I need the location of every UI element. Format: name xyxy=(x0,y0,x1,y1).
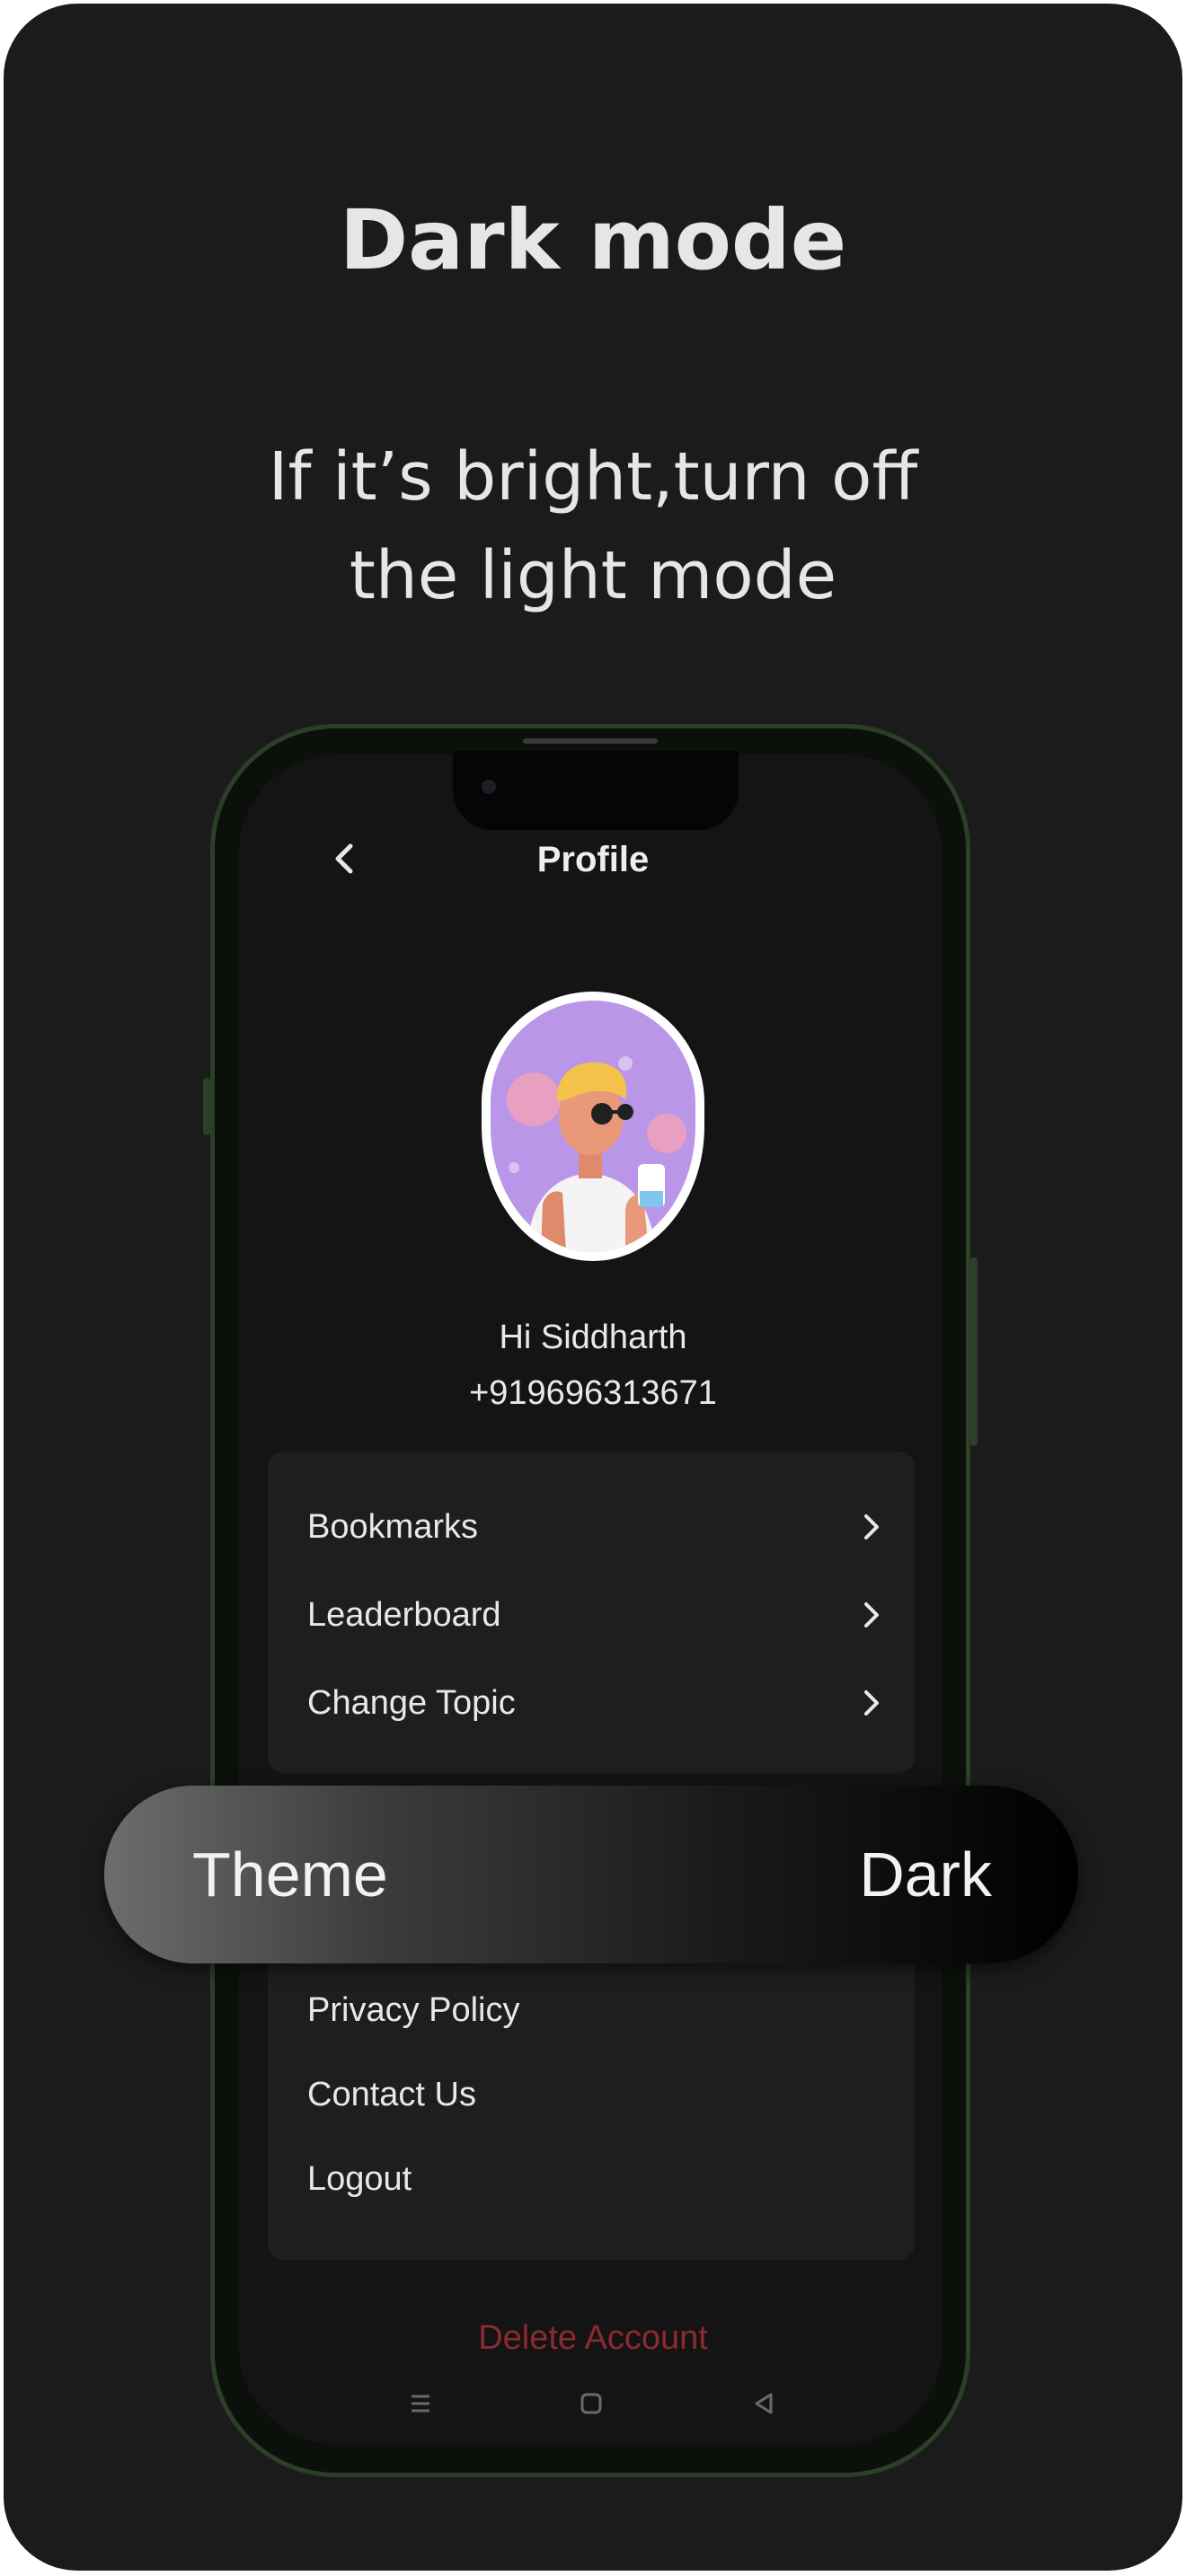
subheadline-line-1: If it’s bright,turn off xyxy=(268,438,918,516)
phone-side-button-right xyxy=(970,1257,978,1446)
menu-item-logout[interactable]: Logout xyxy=(305,2152,890,2206)
phone-side-button-left xyxy=(203,1078,210,1135)
avatar[interactable] xyxy=(482,992,704,1261)
chevron-right-icon xyxy=(854,1500,890,1554)
menu-item-leaderboard[interactable]: Leaderboard xyxy=(305,1588,890,1642)
phone-speaker xyxy=(523,738,658,744)
menu-item-label: Bookmarks xyxy=(307,1508,479,1546)
home-square-icon[interactable] xyxy=(575,2387,607,2420)
menu-item-label: Change Topic xyxy=(307,1684,516,1722)
theme-toggle[interactable]: Theme Dark xyxy=(104,1786,1078,1963)
user-phone-number: +919696313671 xyxy=(469,1374,717,1412)
back-triangle-icon[interactable] xyxy=(748,2387,780,2420)
subheadline: If it’s bright,turn off the light mode xyxy=(0,428,1186,625)
back-button[interactable] xyxy=(327,834,363,884)
menu-item-label: Leaderboard xyxy=(307,1596,501,1634)
system-nav-bar xyxy=(239,2377,942,2430)
menu-item-change-topic[interactable]: Change Topic xyxy=(305,1676,890,1730)
menu-item-contact-us[interactable]: Contact Us xyxy=(305,2068,890,2122)
menu-item-label: Logout xyxy=(307,2160,412,2198)
theme-value: Dark xyxy=(859,1839,992,1910)
subheadline-line-2: the light mode xyxy=(349,537,837,614)
menu-item-label: Privacy Policy xyxy=(307,1991,520,2029)
headline: Dark mode xyxy=(339,192,847,288)
menu-item-bookmarks[interactable]: Bookmarks xyxy=(305,1500,890,1554)
chevron-left-icon xyxy=(335,843,353,874)
menu-icon[interactable] xyxy=(404,2387,437,2420)
phone-notch xyxy=(453,751,739,830)
user-greeting: Hi Siddharth xyxy=(499,1319,687,1356)
chevron-right-icon xyxy=(854,1588,890,1642)
menu-item-privacy-policy[interactable]: Privacy Policy xyxy=(305,1983,890,2037)
camera-icon xyxy=(482,780,496,794)
chevron-right-icon xyxy=(854,1676,890,1730)
page-title: Profile xyxy=(536,840,650,879)
avatar-illustration xyxy=(491,1001,695,1252)
theme-label: Theme xyxy=(192,1839,388,1910)
menu-item-label: Contact Us xyxy=(307,2076,476,2113)
delete-account-button[interactable]: Delete Account xyxy=(413,2316,773,2360)
